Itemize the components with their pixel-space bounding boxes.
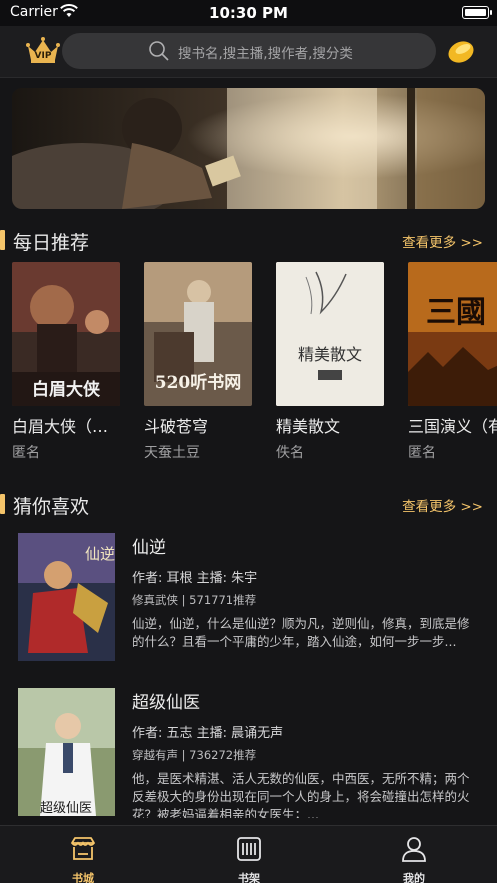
guess-see-more-link[interactable]: 查看更多 >> (402, 495, 483, 515)
book-title: 超级仙医 (132, 693, 200, 713)
promo-banner[interactable] (12, 88, 485, 209)
book-card[interactable]: 白眉大侠 白眉大侠（有声） 匿名 (12, 262, 122, 462)
status-bar: Carrier 10:30 PM (0, 0, 497, 26)
top-bar: VIP 搜书名,搜主播,搜作者,搜分类 (0, 26, 497, 78)
book-genre-line: 修真武侠 | 571771推荐 (132, 593, 257, 607)
book-title: 斗破苍穹 (144, 417, 209, 436)
search-icon (149, 41, 169, 61)
battery-icon (462, 6, 492, 19)
book-author: 匿名 (12, 445, 40, 461)
bookshelf-icon (237, 837, 261, 861)
tab-label: 书城 (72, 872, 94, 883)
book-cover: 精美散文 (276, 262, 384, 406)
book-genre-line: 穿越有声 | 736272推荐 (132, 748, 257, 762)
book-cover: 三國 (408, 262, 497, 406)
guess-heading: 猜你喜欢 (13, 496, 90, 518)
tab-profile[interactable]: 我的 (369, 834, 459, 883)
book-cover: 白眉大侠 (12, 262, 120, 406)
book-author: 匿名 (408, 445, 436, 461)
book-description: 他，是医术精湛、活人无数的仙医，中西医，无所不精；两个反差极大的身份出现在同一个… (132, 771, 470, 818)
list-item[interactable]: 超级仙医 超级仙医 作者: 五志 主播: 晨诵无声 穿越有声 | 736272推… (18, 688, 488, 818)
book-author: 佚名 (276, 445, 304, 461)
book-title: 仙逆 (132, 538, 166, 558)
vip-crown-icon[interactable]: VIP (24, 36, 62, 66)
tab-bar: 书城 书架 我的 (0, 825, 497, 883)
book-title: 白眉大侠（有声） (12, 417, 117, 436)
tab-bookstore[interactable]: 书城 (38, 834, 128, 883)
search-bar[interactable]: 搜书名,搜主播,搜作者,搜分类 (62, 33, 436, 69)
vip-label: VIP (35, 51, 52, 61)
section-accent-bar (0, 230, 5, 250)
book-title: 精美散文 (276, 417, 341, 436)
cover-text: 精美散文 (298, 345, 362, 364)
tab-label: 书架 (238, 872, 260, 883)
cover-text: 仙逆 (85, 545, 115, 563)
book-author-line: 作者: 五志 主播: 晨诵无声 (132, 726, 284, 741)
profile-icon (402, 837, 426, 862)
clock: 10:30 PM (209, 4, 288, 22)
book-card[interactable]: 520听书网 斗破苍穹 天蚕土豆 (144, 262, 254, 462)
book-title: 三国演义（有声） (408, 417, 497, 436)
list-item[interactable]: 仙逆 仙逆 作者: 耳根 主播: 朱宇 修真武侠 | 571771推荐 仙逆，仙… (18, 533, 488, 665)
book-cover: 仙逆 (18, 533, 115, 661)
search-placeholder: 搜书名,搜主播,搜作者,搜分类 (178, 46, 353, 62)
section-accent-bar (0, 494, 5, 514)
tab-label: 我的 (403, 872, 425, 883)
cover-text: 超级仙医 (40, 801, 92, 816)
book-info: 超级仙医 作者: 五志 主播: 晨诵无声 穿越有声 | 736272推荐 他，是… (132, 688, 478, 818)
daily-see-more-link[interactable]: 查看更多 >> (402, 231, 483, 251)
book-card[interactable]: 精美散文 精美散文 佚名 (276, 262, 386, 462)
book-description: 仙逆，仙逆，什么是仙逆？顺为凡，逆则仙，修真，到底是修的什么？且看一个平庸的少年… (132, 616, 470, 649)
cover-text: 白眉大侠 (32, 379, 101, 400)
daily-heading: 每日推荐 (13, 232, 90, 254)
book-author: 天蚕土豆 (144, 445, 200, 461)
cover-text: 三國 (426, 295, 486, 330)
coin-icon[interactable] (447, 37, 475, 65)
book-author-line: 作者: 耳根 主播: 朱宇 (132, 571, 258, 586)
banner-image (12, 88, 485, 209)
store-icon (71, 837, 95, 860)
book-cover: 超级仙医 (18, 688, 115, 816)
cover-text: 520听书网 (155, 372, 242, 393)
tab-bookshelf[interactable]: 书架 (204, 834, 294, 883)
book-info: 仙逆 作者: 耳根 主播: 朱宇 修真武侠 | 571771推荐 仙逆，仙逆，什… (132, 533, 478, 651)
book-card[interactable]: 三國 三国演义（有声） 匿名 (408, 262, 497, 462)
book-cover: 520听书网 (144, 262, 252, 406)
